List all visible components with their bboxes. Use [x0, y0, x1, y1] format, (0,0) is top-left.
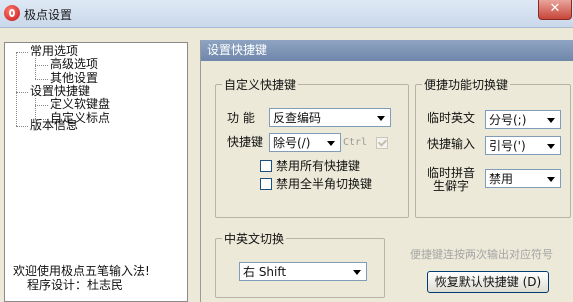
cn-en-switch-select[interactable]: 右 Shift [239, 262, 367, 281]
close-button[interactable]: ✕ [538, 0, 572, 20]
shortcut-key-select[interactable]: 除号(/) [269, 133, 341, 152]
tree-item-softkeyboard[interactable]: 定义软键盘 [50, 98, 110, 111]
disable-all-shortcuts-checkbox[interactable] [260, 160, 272, 172]
panel-title: 设置快捷键 [201, 40, 573, 61]
window-body: 常用选项 高级选项 其他设置 设置快捷键 定义软键盘 自定义标点 版本信息 欢迎… [0, 28, 573, 302]
ctrl-label: Ctrl [343, 137, 368, 148]
tree-connector [35, 98, 36, 119]
double-press-hint: 便捷键连按两次输出对应符号 [410, 248, 553, 261]
cn-en-switch-value: 右 Shift [243, 265, 287, 279]
disable-fullhalf-label: 禁用全半角切换键 [276, 177, 373, 191]
custom-shortcut-legend: 自定义快捷键 [224, 78, 297, 92]
chevron-down-icon [377, 116, 385, 121]
welcome-box: 欢迎使用极点五笔输入法! 程序设计：杜志民 [4, 238, 188, 302]
chevron-down-icon [547, 118, 555, 123]
chevron-down-icon [547, 144, 555, 149]
cn-en-switch-legend: 中英文切换 [224, 232, 285, 246]
restore-defaults-button[interactable]: 恢复默认快捷键 (D) [427, 271, 549, 293]
tree-item-version[interactable]: 版本信息 [30, 119, 78, 132]
author-text: 程序设计：杜志民 [27, 278, 124, 292]
tree-connector [35, 105, 48, 106]
function-value: 反查编码 [273, 111, 322, 125]
temp-pinyin-select[interactable]: 禁用 [485, 169, 561, 188]
disable-fullhalf-checkbox[interactable] [260, 178, 272, 190]
shortcut-settings-panel: 设置快捷键 自定义快捷键 功 能 反查编码 快捷键 除号(/) Ctrl 禁用所… [200, 40, 573, 302]
chevron-down-icon [353, 270, 361, 275]
close-icon: ✕ [549, 1, 561, 16]
temp-english-value: 分号(;) [489, 113, 527, 127]
quick-input-select[interactable]: 引号(') [485, 136, 561, 155]
tree-connector [35, 79, 48, 80]
welcome-text: 欢迎使用极点五笔输入法! [13, 264, 150, 278]
settings-tree[interactable]: 常用选项 高级选项 其他设置 设置快捷键 定义软键盘 自定义标点 版本信息 [4, 42, 188, 250]
function-label: 功 能 [227, 111, 255, 125]
function-select[interactable]: 反查编码 [269, 108, 391, 127]
rare-char-label: 生僻字 [433, 179, 470, 193]
ctrl-checkbox[interactable] [376, 137, 388, 149]
window-title: 极点设置 [24, 8, 73, 22]
tree-item-advanced[interactable]: 高级选项 [50, 58, 98, 71]
quick-input-value: 引号(') [489, 139, 526, 153]
tree-connector [16, 92, 28, 93]
shortcut-key-value: 除号(/) [273, 136, 311, 150]
toggle-shortcut-legend: 便捷功能切换键 [424, 78, 509, 92]
temp-english-label: 临时英文 [427, 111, 476, 125]
chevron-down-icon [547, 177, 555, 182]
tree-connector [16, 126, 28, 127]
tree-connector [35, 65, 48, 66]
shortcut-label: 快捷键 [227, 135, 264, 149]
temp-pinyin-value: 禁用 [489, 172, 514, 186]
chevron-down-icon [327, 141, 335, 146]
disable-all-shortcuts-label: 禁用所有快捷键 [276, 159, 361, 173]
app-logo-icon [4, 5, 20, 21]
tree-connector [35, 58, 36, 79]
tree-connector [16, 52, 17, 126]
tree-connector [16, 52, 28, 53]
quick-input-label: 快捷输入 [427, 137, 476, 151]
title-bar: 极点设置 ✕ [0, 0, 573, 28]
temp-english-select[interactable]: 分号(;) [485, 110, 561, 129]
